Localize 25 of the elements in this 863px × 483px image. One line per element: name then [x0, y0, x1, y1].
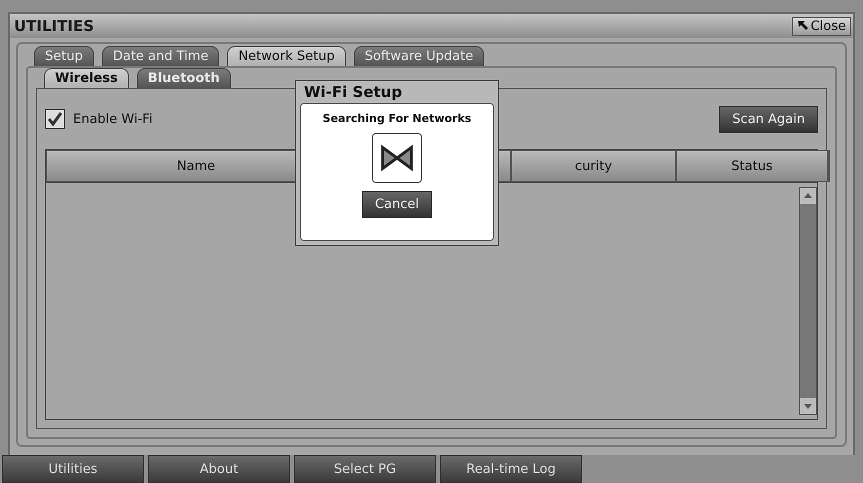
scan-again-button[interactable]: Scan Again: [719, 106, 818, 132]
cancel-button[interactable]: Cancel: [362, 191, 432, 218]
subtab[interactable]: Bluetooth: [136, 68, 231, 88]
hourglass-icon: [372, 133, 422, 183]
nav-button[interactable]: About: [148, 455, 290, 483]
nav-button[interactable]: Real-time Log: [440, 455, 582, 483]
tab[interactable]: Date and Time: [102, 46, 220, 66]
tab[interactable]: Network Setup: [227, 46, 346, 66]
dialog-title: Wi-Fi Setup: [303, 82, 404, 103]
nav-button[interactable]: Utilities: [2, 455, 144, 483]
security-column-header: curity: [511, 150, 676, 182]
cursor-arrow-icon: [796, 20, 809, 32]
enable-wifi-checkbox[interactable]: [45, 109, 65, 129]
status-column-header: Status: [676, 150, 828, 182]
dialog-message: Searching For Networks: [322, 112, 472, 125]
window-title: UTILITIES: [14, 17, 94, 35]
subtab[interactable]: Wireless: [44, 68, 129, 88]
tab[interactable]: Software Update: [354, 46, 484, 66]
tab[interactable]: Setup: [34, 46, 94, 66]
close-button[interactable]: Close: [792, 16, 851, 36]
scrollbar[interactable]: [799, 187, 817, 415]
scroll-up-icon[interactable]: [800, 188, 816, 204]
enable-wifi-label: Enable Wi-Fi: [73, 112, 152, 126]
scroll-down-icon[interactable]: [800, 398, 816, 414]
nav-button[interactable]: Select PG: [294, 455, 436, 483]
